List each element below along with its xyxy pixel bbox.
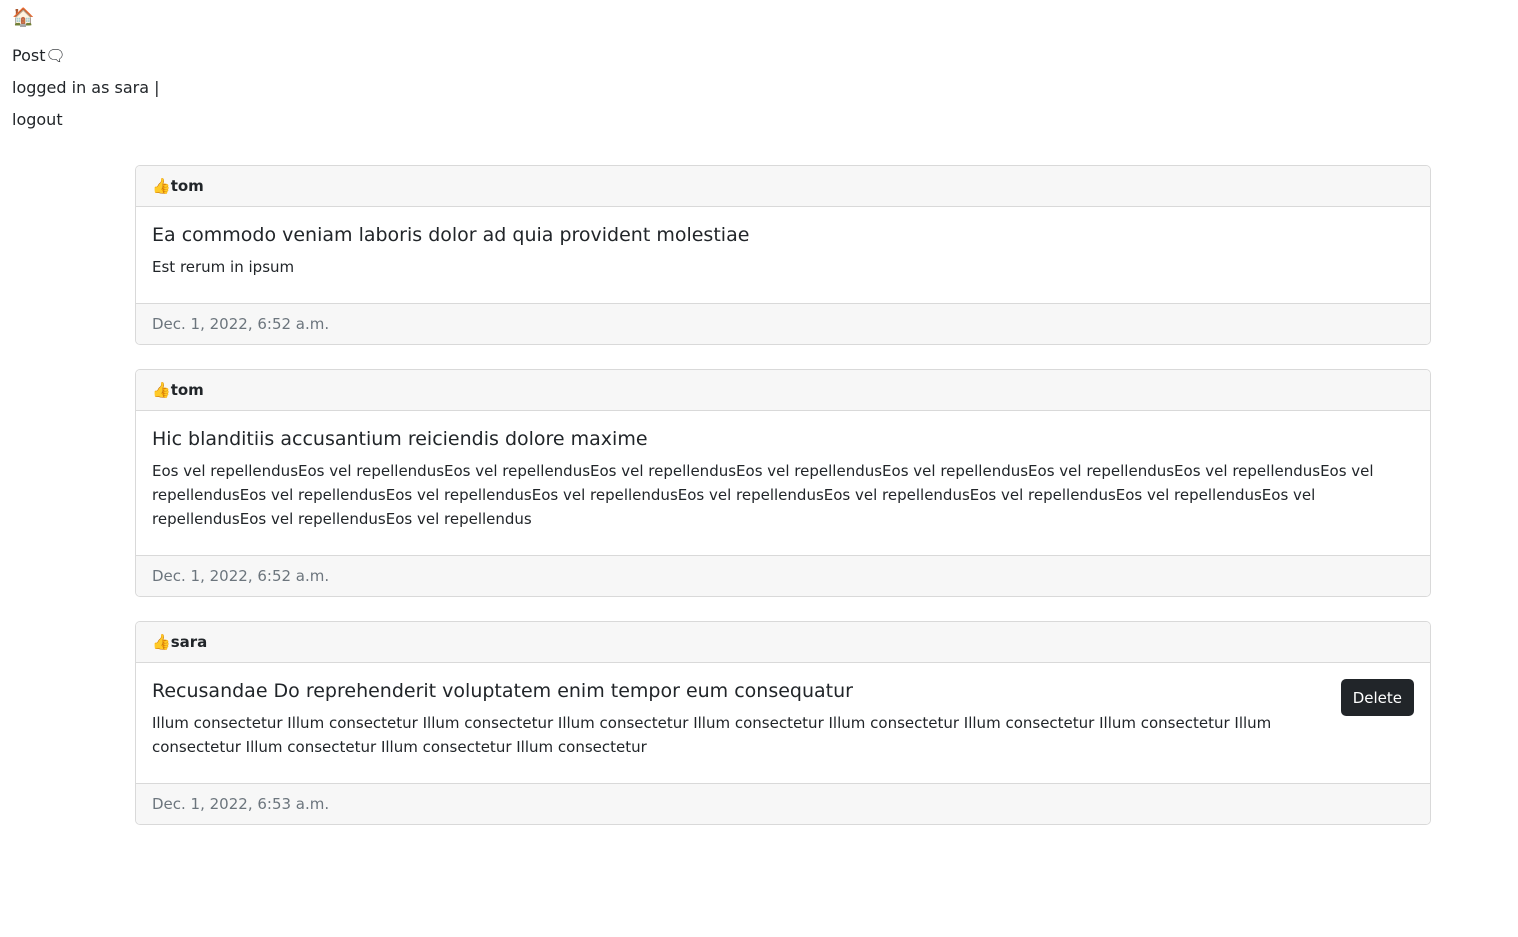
logout-link[interactable]: logout xyxy=(12,104,160,136)
post-text: Eos vel repellendusEos vel repellendusEo… xyxy=(152,462,1374,528)
post-body: Ea commodo veniam laboris dolor ad quia … xyxy=(136,207,1430,303)
delete-button[interactable]: Delete xyxy=(1340,679,1414,716)
post-text: Illum consectetur Illum consectetur Illu… xyxy=(152,714,1272,756)
new-post-link[interactable]: Post🗨 xyxy=(12,40,160,72)
post-body: Recusandae Do reprehenderit voluptatem e… xyxy=(136,663,1430,783)
post-text: Est rerum in ipsum xyxy=(152,258,295,276)
post-author: tom xyxy=(170,381,204,399)
thumbs-up-icon[interactable]: 👍 xyxy=(152,381,171,399)
post-author-header: 👍tom xyxy=(136,370,1430,411)
post-author: sara xyxy=(170,633,208,651)
post-card: 👍sara Recusandae Do reprehenderit volupt… xyxy=(135,621,1431,825)
post-author-header: 👍sara xyxy=(136,622,1430,663)
post-author-header: 👍tom xyxy=(136,166,1430,207)
post-body: Hic blanditiis accusantium reiciendis do… xyxy=(136,411,1430,555)
top-nav: 🏠 Post🗨 logged in as sara | logout xyxy=(12,6,160,136)
post-timestamp: Dec. 1, 2022, 6:52 a.m. xyxy=(136,555,1430,596)
login-status-text: logged in as sara | xyxy=(12,78,160,97)
post-timestamp: Dec. 1, 2022, 6:52 a.m. xyxy=(136,303,1430,344)
post-timestamp: Dec. 1, 2022, 6:53 a.m. xyxy=(136,783,1430,824)
thumbs-up-icon[interactable]: 👍 xyxy=(152,177,171,195)
home-link[interactable]: 🏠 xyxy=(12,6,160,30)
post-title: Ea commodo veniam laboris dolor ad quia … xyxy=(152,224,750,246)
thumbs-up-icon[interactable]: 👍 xyxy=(152,633,171,651)
post-card: 👍tom Ea commodo veniam laboris dolor ad … xyxy=(135,165,1431,345)
home-icon[interactable]: 🏠 xyxy=(12,7,34,28)
post-title: Recusandae Do reprehenderit voluptatem e… xyxy=(152,680,853,702)
post-title: Hic blanditiis accusantium reiciendis do… xyxy=(152,428,648,450)
post-author: tom xyxy=(170,177,204,195)
post-list: 👍tom Ea commodo veniam laboris dolor ad … xyxy=(135,165,1431,849)
post-card: 👍tom Hic blanditiis accusantium reiciend… xyxy=(135,369,1431,597)
